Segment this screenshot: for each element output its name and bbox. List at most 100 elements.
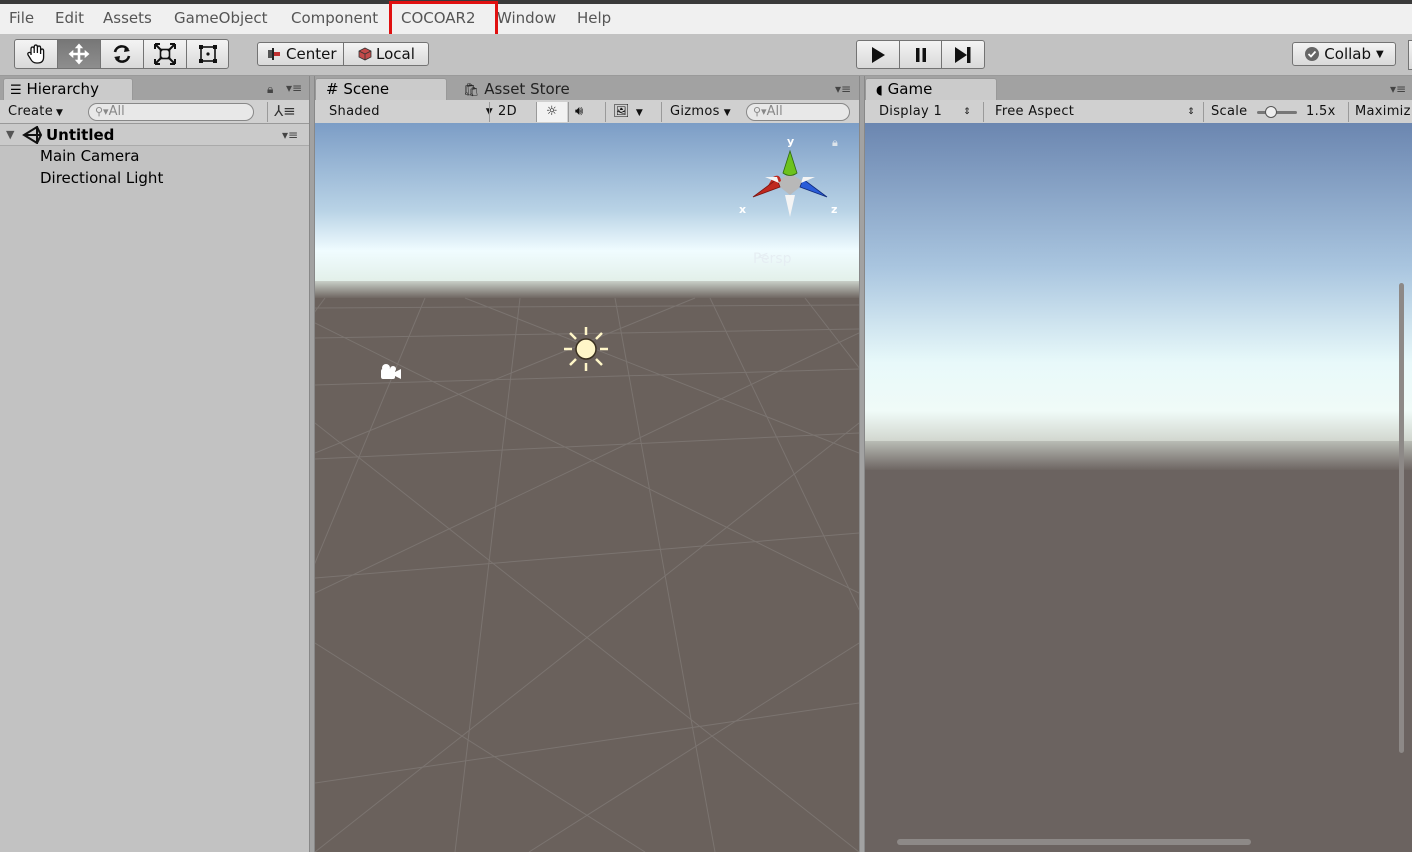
tab-hierarchy[interactable]: ☰ Hierarchy <box>3 78 133 101</box>
collab-label: Collab <box>1324 45 1371 63</box>
panel-menu-icon[interactable]: ▾≡ <box>286 81 302 95</box>
scene-orientation-gizmo[interactable]: y x z <box>735 133 845 233</box>
scene-viewport[interactable]: Persp < < y x z 🔒︎ <box>315 123 859 852</box>
axis-z-label: z <box>831 203 837 216</box>
pivot-center-label: Center <box>286 45 337 63</box>
menu-assets[interactable]: Assets <box>103 7 152 31</box>
hierarchy-tabstrip: ☰ Hierarchy 🔒︎ ▾≡ <box>0 76 310 101</box>
menu-component[interactable]: Component <box>291 7 378 31</box>
shading-mode-dropdown[interactable]: Shaded ▼ <box>329 102 497 122</box>
create-button[interactable]: Create ▼ <box>8 102 78 122</box>
scale-slider-thumb[interactable] <box>1265 106 1277 118</box>
rect-transform-icon <box>198 45 217 63</box>
scene-tabstrip: # Scene 🛍︎ Asset Store ▾≡ <box>315 76 859 101</box>
menu-window[interactable]: Window <box>497 7 556 31</box>
rotate-icon <box>113 45 131 63</box>
account-button-edge[interactable] <box>1408 40 1412 70</box>
scene-menu-icon[interactable]: ▾≡ <box>282 124 298 146</box>
display-dropdown[interactable]: Display 1 ⇕ <box>879 102 975 122</box>
shopping-bag-icon: 🛍︎ <box>463 83 480 98</box>
menu-edit[interactable]: Edit <box>55 7 84 31</box>
horizontal-scrollbar[interactable] <box>897 839 1251 845</box>
aspect-label: Free Aspect <box>995 104 1075 119</box>
collab-button[interactable]: Collab ▼ <box>1292 42 1396 66</box>
hierarchy-toolbar: Create ▼ ⚲▾All ⅄≡ <box>0 100 309 124</box>
updown-arrow-icon: ⇕ <box>1187 107 1195 117</box>
menu-gameobject[interactable]: GameObject <box>174 7 268 31</box>
step-icon <box>955 46 971 63</box>
scale-tool-button[interactable] <box>143 39 187 69</box>
hand-icon <box>27 44 45 64</box>
panel-menu-icon[interactable]: ▾≡ <box>835 82 851 96</box>
rect-tool-button[interactable] <box>186 39 229 69</box>
2d-label: 2D <box>498 104 517 119</box>
expand-arrow-icon[interactable]: ▼ <box>6 124 14 146</box>
scene-lighting-toggle[interactable]: ☼ <box>537 102 567 122</box>
pivot-center-button[interactable]: Center <box>257 42 344 66</box>
hand-tool-button[interactable] <box>14 39 58 69</box>
list-item[interactable]: Main Camera <box>0 145 309 167</box>
play-button[interactable] <box>856 40 900 69</box>
scene-root-row[interactable]: ▼ Untitled ▾≡ <box>0 124 309 146</box>
gizmo-lock-icon[interactable]: 🔒︎ <box>832 136 838 150</box>
gizmos-dropdown[interactable]: Gizmos ▼ <box>670 102 738 122</box>
panel-menu-icon[interactable]: ▾≡ <box>1390 82 1406 96</box>
step-button[interactable] <box>941 40 985 69</box>
search-icon: ⚲▾ <box>95 105 109 118</box>
rotate-tool-button[interactable] <box>100 39 144 69</box>
dropdown-arrow-icon: ▼ <box>723 108 731 118</box>
tab-scene[interactable]: # Scene <box>315 78 447 101</box>
aspect-dropdown[interactable]: Free Aspect ⇕ <box>995 102 1199 122</box>
tab-game-label: Game <box>887 80 933 98</box>
pivot-local-label: Local <box>376 45 415 63</box>
scene-search-input[interactable]: ⚲▾All <box>746 103 850 121</box>
create-dropdown-icon: ▼ <box>56 108 64 118</box>
projection-back-icon: < <box>757 249 769 265</box>
list-item[interactable]: Directional Light <box>0 167 309 189</box>
menu-help[interactable]: Help <box>577 7 611 31</box>
move-tool-button[interactable] <box>57 39 101 69</box>
hierarchy-item-directional-light: Directional Light <box>40 169 164 187</box>
move-icon <box>68 43 90 65</box>
hierarchy-search-placeholder: All <box>108 104 125 119</box>
scene-name: Untitled <box>46 126 115 144</box>
sort-icon[interactable]: ⅄≡ <box>274 102 296 120</box>
scene-audio-toggle[interactable]: 🔊︎ <box>575 102 597 122</box>
2d-toggle-button[interactable]: 2D <box>498 102 522 122</box>
scale-value: 1.5x <box>1306 104 1336 119</box>
axis-x-label: x <box>739 203 746 216</box>
scene-toolbar: Shaded ▼ 2D ☼ 🔊︎ 🖼︎▼ Gizmos▼ ⚲▾All <box>315 100 859 124</box>
lock-icon[interactable]: 🔒︎ <box>267 82 273 97</box>
hierarchy-search-input[interactable]: ⚲▾All <box>88 103 254 121</box>
hierarchy-list: ▼ Untitled ▾≡ Main Camera Directional Li… <box>0 124 309 852</box>
scale-icon <box>154 43 176 65</box>
game-viewport[interactable] <box>865 123 1412 852</box>
tab-game[interactable]: ◖ Game <box>865 78 997 101</box>
shading-mode-label: Shaded <box>329 104 380 119</box>
menu-bar: File Edit Assets GameObject Component CO… <box>0 0 1412 34</box>
check-circle-icon <box>1305 47 1320 61</box>
tab-asset-store-label: Asset Store <box>484 80 570 98</box>
scale-slider-track[interactable] <box>1257 111 1297 114</box>
menu-file[interactable]: File <box>9 7 34 31</box>
main-toolbar: Center Local Collab ▼ <box>0 34 1412 76</box>
game-render <box>865 123 1412 852</box>
maximize-on-play-toggle[interactable]: Maximiz <box>1355 102 1412 122</box>
scale-label: Scale <box>1211 104 1248 119</box>
pivot-center-icon <box>268 48 280 60</box>
pacman-icon: ◖ <box>876 83 883 98</box>
scene-search-placeholder: All <box>766 104 783 119</box>
hierarchy-item-main-camera: Main Camera <box>40 147 140 165</box>
scene-effects-dropdown[interactable]: 🖼︎ ▼ <box>613 102 653 122</box>
tab-asset-store[interactable]: 🛍︎ Asset Store <box>460 78 600 101</box>
axis-y-label: y <box>787 135 794 148</box>
display-label: Display 1 <box>879 104 943 119</box>
game-tabstrip: ◖ Game ▾≡ <box>865 76 1412 101</box>
pivot-local-button[interactable]: Local <box>343 42 429 66</box>
directional-light-gizmo <box>564 327 608 371</box>
vertical-scrollbar[interactable] <box>1399 283 1404 753</box>
scale-slider-control[interactable]: Scale 1.5x <box>1211 102 1351 122</box>
maximize-label: Maximiz <box>1355 104 1411 119</box>
sun-icon: ☼ <box>546 104 558 119</box>
pause-button[interactable] <box>899 40 942 69</box>
